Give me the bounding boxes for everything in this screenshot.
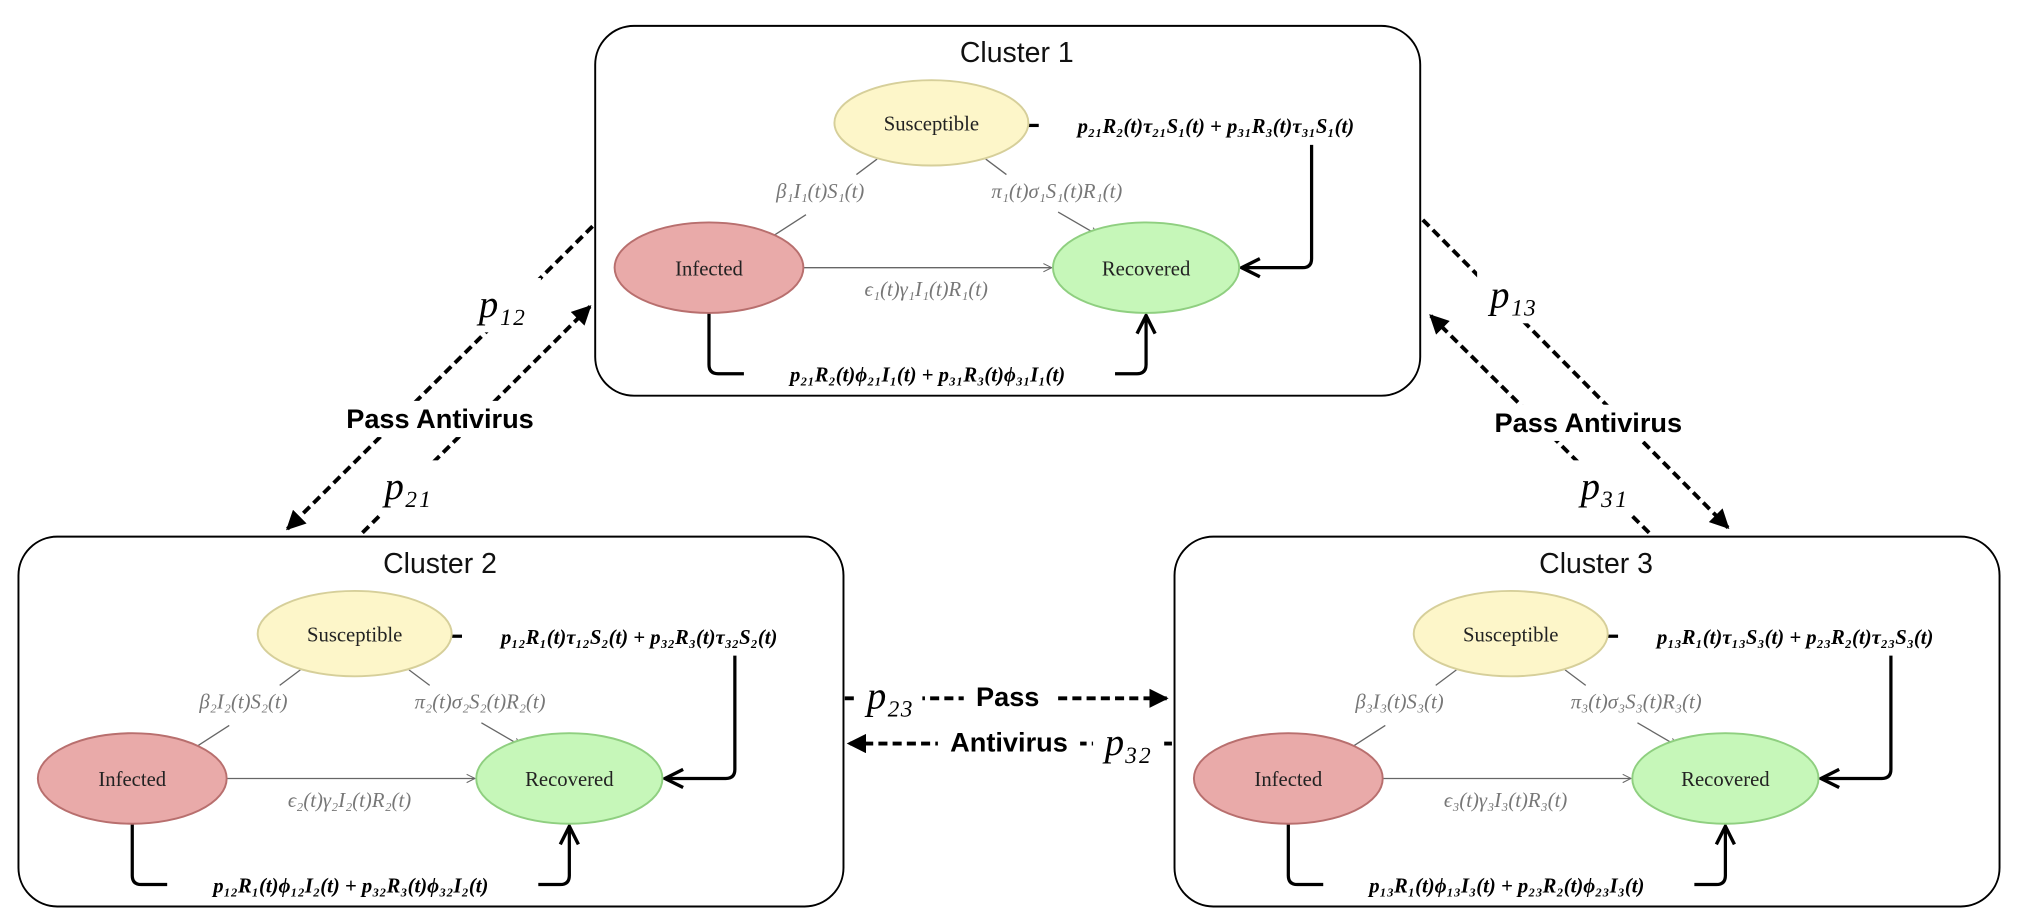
diagram: Cluster 1 Susceptible Infected Recovered β₁I… xyxy=(0,0,2018,922)
state-recovered-label: Recovered xyxy=(1681,769,1770,791)
flow-top-formula: p₁₃R₁(t)τ₁₃S₃(t) + p₂₃R₂(t)τ₂₃S₃(t) xyxy=(1655,627,1933,649)
label-p12: p₁₂ xyxy=(476,283,525,326)
state-infected-label: Infected xyxy=(675,258,743,280)
cluster-title: Cluster 3 xyxy=(1539,548,1653,580)
rate-s-to-r: π₃(t)σ₃S₃(t)R₃(t) xyxy=(1571,692,1702,714)
label-antivirus: Antivirus xyxy=(950,726,1068,757)
cluster-diagram: Cluster 1 Susceptible Infected Recovered β₁I… xyxy=(17,24,2001,908)
rate-s-to-r: π₂(t)σ₂S₂(t)R₂(t) xyxy=(415,692,546,714)
state-susceptible-label: Susceptible xyxy=(884,114,979,136)
flow-top-formula: p₁₂R₁(t)τ₁₂S₂(t) + p₃₂R₃(t)τ₃₂S₂(t) xyxy=(499,627,777,649)
cluster-2: Cluster 2 Susceptible Infected Recovered β₂I… xyxy=(17,535,845,908)
state-susceptible-label: Susceptible xyxy=(1463,624,1558,646)
state-recovered-label: Recovered xyxy=(525,769,614,791)
state-susceptible-label: Susceptible xyxy=(307,624,402,646)
rate-i-to-r: ϵ₂(t)γ₂I₂(t)R₂(t) xyxy=(288,790,411,812)
rate-s-to-i: β₂I₂(t)S₂(t) xyxy=(198,692,287,714)
state-infected-label: Infected xyxy=(1254,769,1322,791)
rate-i-to-r: ϵ₃(t)γ₃I₃(t)R₃(t) xyxy=(1444,790,1567,812)
cluster-box xyxy=(594,24,1422,397)
rate-s-to-i: β₃I₃(t)S₃(t) xyxy=(1354,692,1443,714)
rate-s-to-r: π₁(t)σ₁S₁(t)R₁(t) xyxy=(991,181,1122,203)
rate-s-to-i: β₁I₁(t)S₁(t) xyxy=(775,181,864,203)
cluster-title: Cluster 2 xyxy=(383,548,497,580)
label-pass-antivirus-right: Pass Antivirus xyxy=(1495,407,1683,438)
label-p31: p₃₁ xyxy=(1578,465,1627,508)
label-pass-antivirus-left: Pass Antivirus xyxy=(346,403,534,434)
flow-bottom-formula: p₁₃R₁(t)ϕ₁₃I₃(t) + p₂₃R₂(t)ϕ₂₃I₃(t) xyxy=(1367,875,1644,897)
label-p21: p₂₁ xyxy=(382,465,431,508)
cluster-1: Cluster 1 Susceptible Infected Recovered β₁I… xyxy=(594,24,1422,397)
cluster-box xyxy=(1173,535,2001,908)
label-p32: p₃₂ xyxy=(1102,721,1151,764)
flow-bottom-formula: p₂₁R₂(t)ϕ₂₁I₁(t) + p₃₁R₃(t)ϕ₃₁I₁(t) xyxy=(788,364,1065,386)
rate-i-to-r: ϵ₁(t)γ₁I₁(t)R₁(t) xyxy=(865,279,988,301)
cluster-3: Cluster 3 Susceptible Infected Recovered β₃I… xyxy=(1173,535,2001,908)
label-p13: p₁₃ xyxy=(1487,274,1536,317)
cluster-title: Cluster 1 xyxy=(960,37,1074,69)
flow-bottom-formula: p₁₂R₁(t)ϕ₁₂I₂(t) + p₃₂R₃(t)ϕ₃₂I₂(t) xyxy=(211,875,488,897)
state-recovered-label: Recovered xyxy=(1102,258,1191,280)
cluster-box xyxy=(17,535,845,908)
flow-top-formula: p₂₁R₂(t)τ₂₁S₁(t) + p₃₁R₃(t)τ₃₁S₁(t) xyxy=(1076,116,1354,138)
label-p23: p₂₃ xyxy=(864,675,913,718)
state-infected-label: Infected xyxy=(98,769,166,791)
label-pass: Pass xyxy=(976,681,1039,712)
